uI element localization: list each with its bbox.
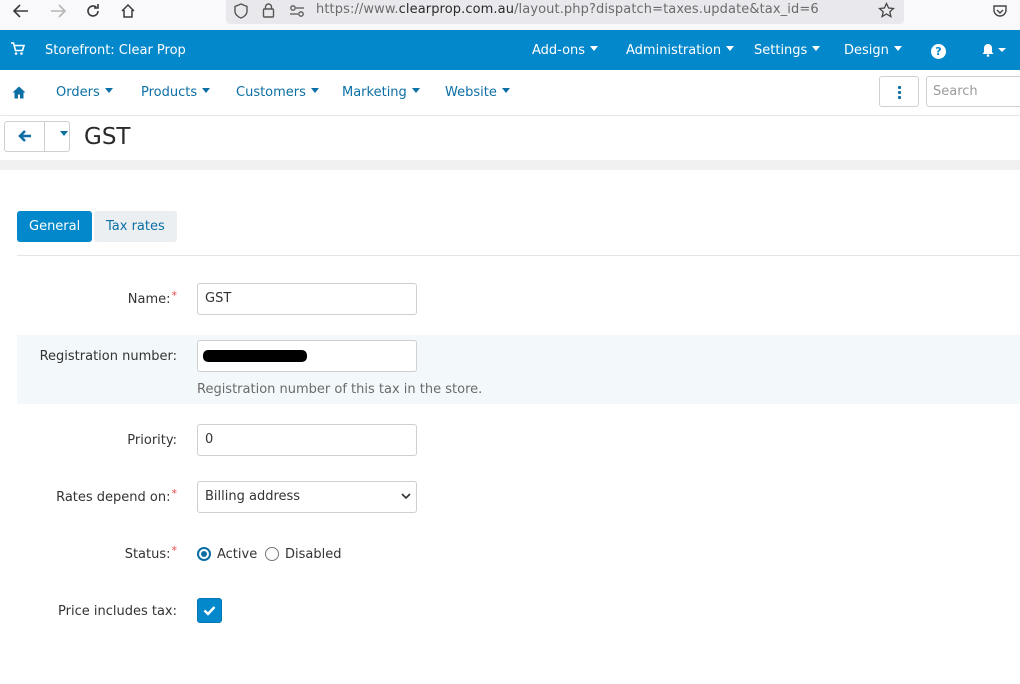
back-button-group (4, 121, 70, 152)
nav-website[interactable]: Website (445, 85, 510, 100)
url-text: https://www.clearprop.com.au/layout.php?… (316, 2, 819, 17)
status-active-label[interactable]: Active (217, 547, 257, 562)
home-browser-icon[interactable] (116, 0, 140, 22)
back-arrow-button-icon[interactable] (18, 130, 32, 142)
registration-row-highlight (17, 335, 1020, 404)
page-title: GST (84, 124, 131, 150)
registration-number-label: Registration number: (39, 349, 177, 364)
cart-icon (11, 42, 25, 55)
rates-depend-on-select[interactable]: Billing address (197, 481, 417, 513)
menu-design-label: Design (844, 43, 889, 58)
caret-down-icon (411, 88, 420, 93)
url-bar[interactable]: https://www.clearprop.com.au/layout.php?… (226, 0, 904, 24)
bell-icon[interactable] (982, 43, 1006, 61)
reload-icon[interactable] (81, 0, 105, 22)
nav-orders[interactable]: Orders (56, 85, 113, 100)
priority-label: Priority: (127, 433, 177, 448)
admin-top-bar: Storefront: Clear Prop Add-ons Administr… (0, 30, 1020, 70)
caret-down-icon (726, 46, 735, 51)
back-arrow-icon[interactable] (9, 0, 33, 22)
caret-down-icon (202, 88, 211, 93)
history-dropdown-icon[interactable] (60, 131, 68, 136)
menu-administration[interactable]: Administration (626, 43, 735, 58)
redacted-value (203, 350, 307, 362)
price-includes-tax-label: Price includes tax: (58, 604, 177, 619)
status-label-text: Status: (124, 547, 171, 562)
button-divider (44, 122, 45, 151)
forward-arrow-icon[interactable] (46, 0, 70, 22)
name-label: Name:* (127, 289, 178, 307)
main-navigation: Orders Products Customers Marketing Webs… (0, 70, 1020, 116)
status-disabled-radio[interactable] (265, 547, 279, 561)
chevron-down-icon (401, 493, 411, 500)
caret-down-icon (104, 88, 113, 93)
caret-down-icon (310, 88, 319, 93)
menu-settings[interactable]: Settings (754, 43, 821, 58)
required-marker: * (171, 289, 178, 302)
menu-design[interactable]: Design (844, 43, 902, 58)
browser-toolbar: https://www.clearprop.com.au/layout.php?… (0, 0, 1020, 30)
nav-marketing-label: Marketing (342, 85, 407, 100)
tab-tax-rates[interactable]: Tax rates (94, 211, 177, 242)
home-icon[interactable] (12, 86, 26, 99)
kebab-icon (898, 86, 901, 99)
page-title-bar: GST (0, 116, 1020, 160)
menu-administration-label: Administration (626, 43, 722, 58)
name-input[interactable]: GST (197, 283, 417, 315)
menu-add-ons[interactable]: Add-ons (532, 43, 599, 58)
required-marker: * (171, 487, 178, 500)
required-marker: * (171, 544, 178, 557)
nav-products-label: Products (141, 85, 198, 100)
bookmark-star-icon[interactable] (878, 2, 895, 19)
name-label-text: Name: (127, 292, 171, 307)
nav-customers-label: Customers (236, 85, 306, 100)
nav-customers[interactable]: Customers (236, 85, 319, 100)
more-actions-button[interactable] (879, 76, 919, 107)
content-separator (0, 160, 1020, 170)
status-active-radio[interactable] (197, 547, 211, 561)
rates-depend-on-label: Rates depend on:* (56, 487, 178, 505)
help-icon[interactable]: ? (931, 44, 946, 59)
nav-website-label: Website (445, 85, 497, 100)
shield-icon (234, 3, 248, 19)
caret-down-icon (893, 46, 902, 51)
storefront-link[interactable]: Storefront: Clear Prop (45, 43, 186, 58)
nav-marketing[interactable]: Marketing (342, 85, 420, 100)
registration-number-help: Registration number of this tax in the s… (197, 382, 483, 397)
pocket-icon[interactable] (992, 3, 1008, 19)
checkmark-icon (203, 606, 216, 616)
tabs-divider (17, 255, 1020, 256)
menu-add-ons-label: Add-ons (532, 43, 586, 58)
price-includes-tax-checkbox[interactable] (197, 598, 222, 623)
permissions-icon (290, 5, 304, 17)
nav-products[interactable]: Products (141, 85, 211, 100)
rates-depend-on-label-text: Rates depend on: (56, 490, 171, 505)
status-disabled-label[interactable]: Disabled (285, 547, 341, 562)
menu-settings-label: Settings (754, 43, 808, 58)
priority-input[interactable]: 0 (197, 424, 417, 456)
caret-down-icon (812, 46, 821, 51)
nav-orders-label: Orders (56, 85, 100, 100)
lock-icon (262, 3, 275, 18)
caret-down-icon (590, 46, 599, 51)
status-label: Status:* (124, 544, 178, 562)
caret-down-icon (501, 88, 510, 93)
tab-general[interactable]: General (17, 211, 93, 242)
search-input[interactable] (926, 76, 1020, 107)
